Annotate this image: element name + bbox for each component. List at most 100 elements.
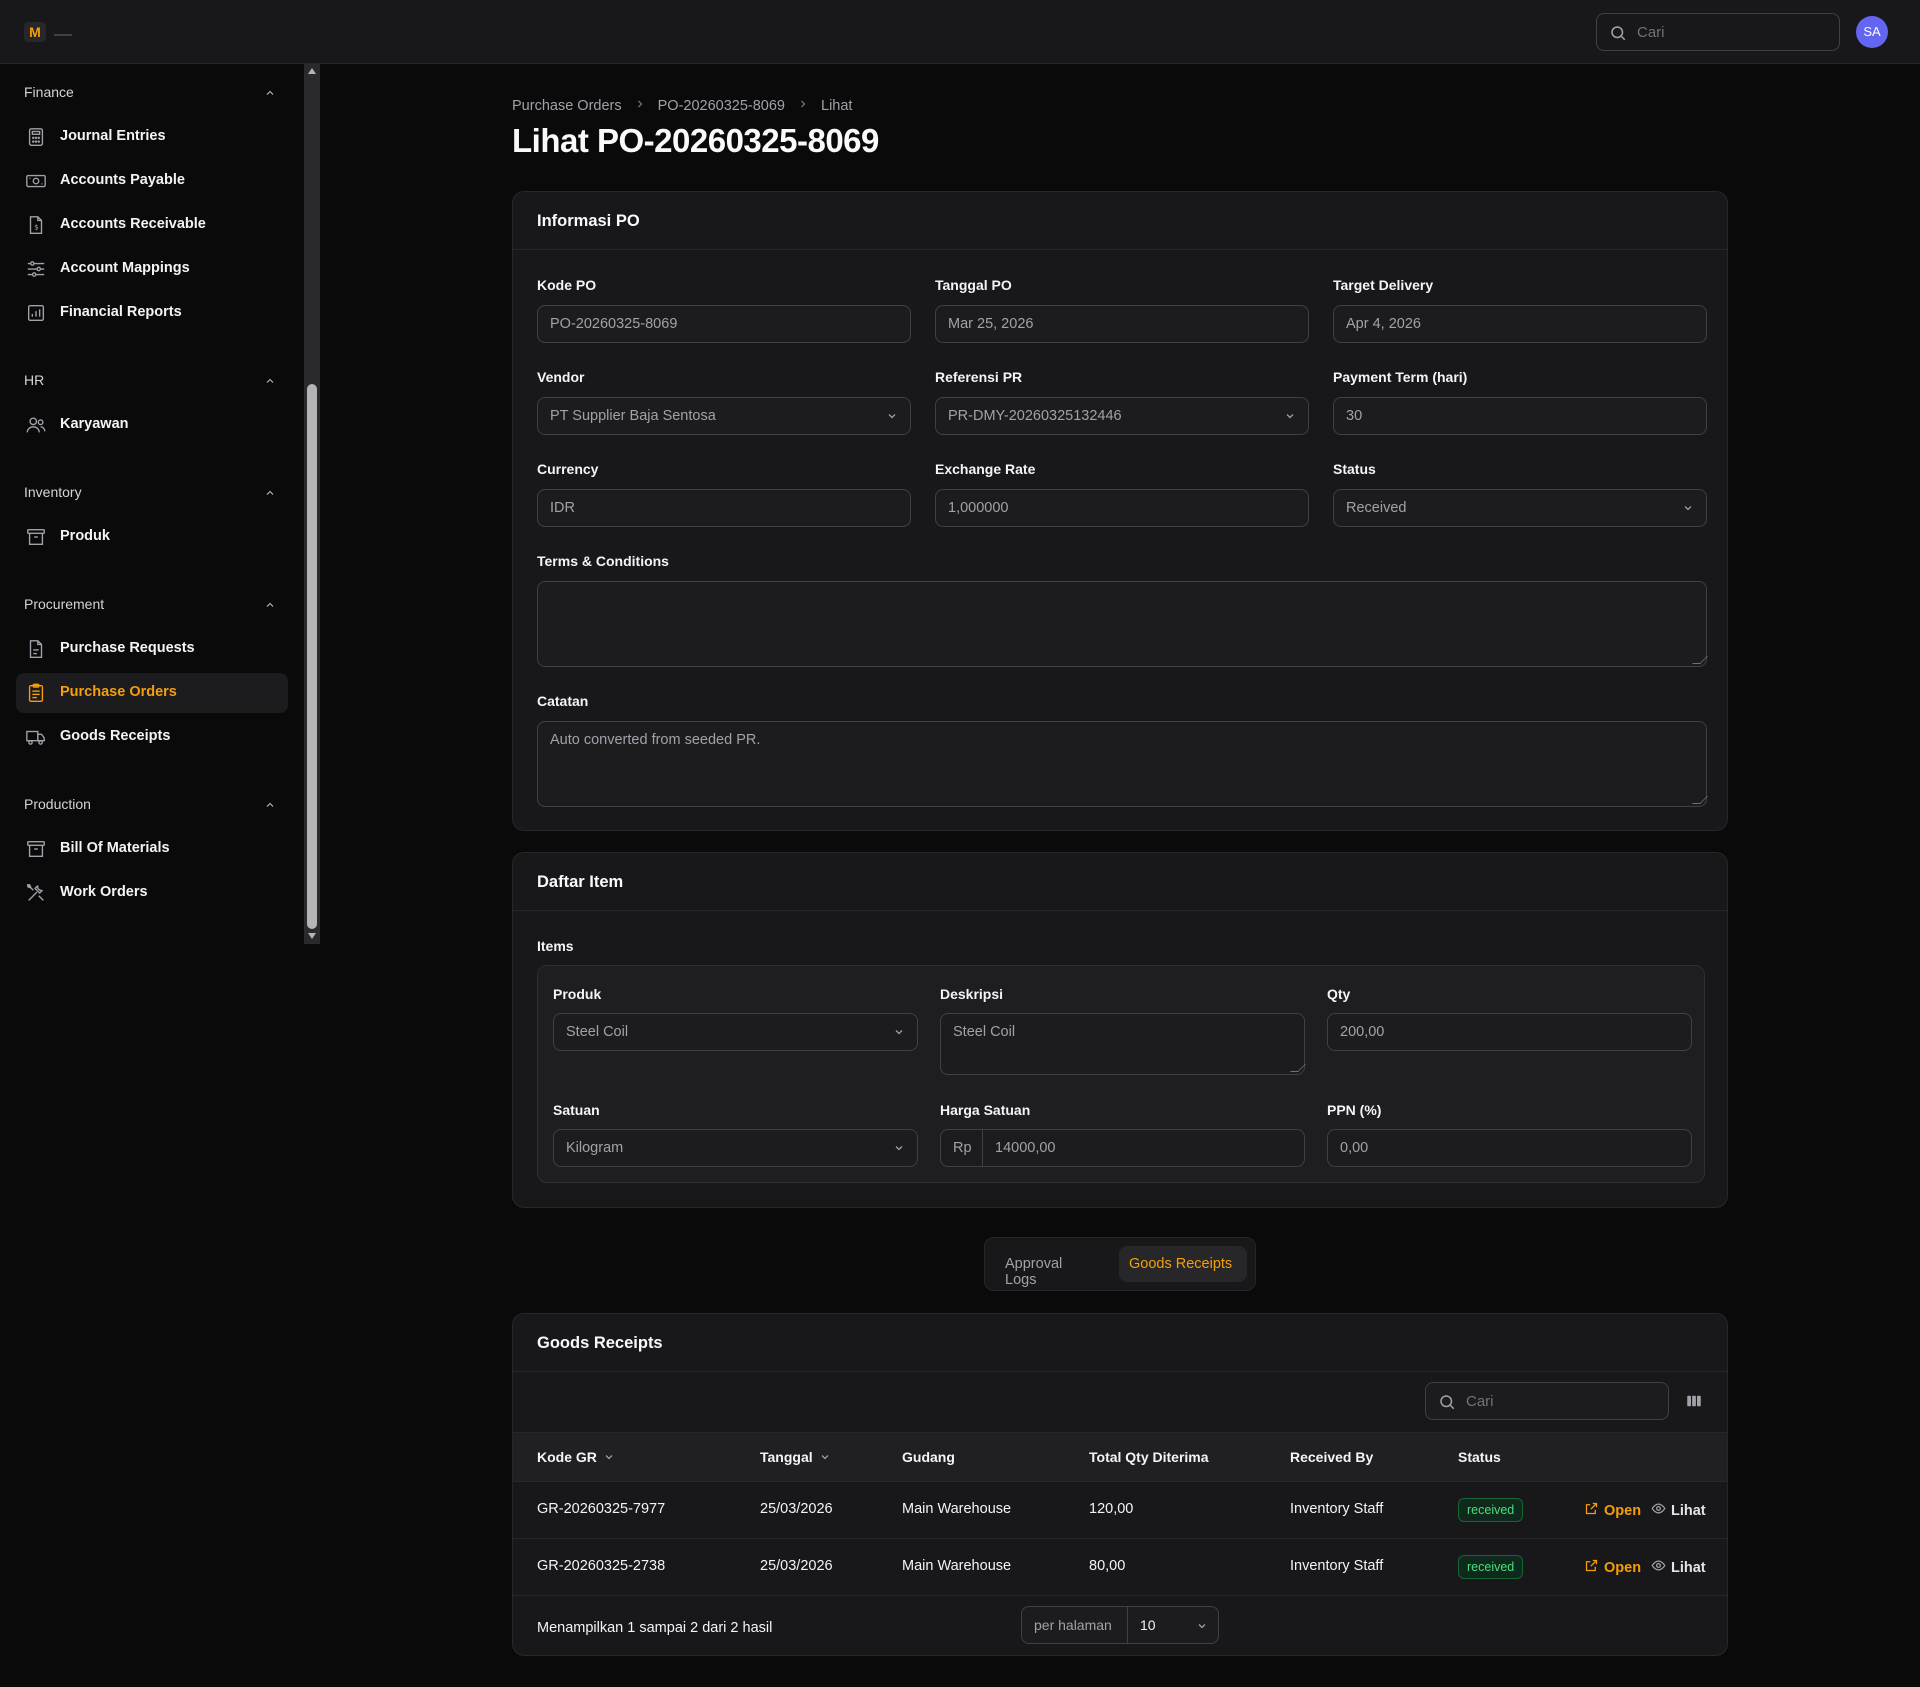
sidebar-item-work-orders[interactable]: Work Orders [16,873,288,913]
breadcrumb-item-purchase-orders[interactable]: Purchase Orders [512,98,622,114]
open-action[interactable]: Open [1584,1558,1641,1577]
qty-field[interactable]: 200,00 [1327,1013,1692,1051]
resize-handle-icon[interactable] [1692,796,1708,804]
sidebar-item-label: Account Mappings [60,260,190,276]
sidebar-item-financial-reports[interactable]: Financial Reports [16,293,288,333]
scrollbar-thumb[interactable] [307,384,317,929]
breadcrumb-item-po[interactable]: PO-20260325-8069 [658,98,785,114]
sidebar-item-label: Purchase Orders [60,684,177,700]
exchange-rate-field[interactable]: 1,000000 [935,489,1309,527]
sidebar-group-procurement[interactable]: Procurement [24,596,104,612]
deskripsi-textarea[interactable]: Steel Coil [940,1013,1306,1075]
sidebar-scrollbar[interactable] [304,64,320,944]
table-row[interactable]: GR-20260325-2738 25/03/2026 Main Warehou… [513,1539,1727,1596]
sidebar-item-accounts-payable[interactable]: Accounts Payable [16,161,288,201]
sidebar-group-finance[interactable]: Finance [24,84,74,100]
sidebar-item-account-mappings[interactable]: Account Mappings [16,249,288,289]
chevron-up-icon[interactable] [264,798,276,814]
currency-field[interactable]: IDR [537,489,911,527]
field-label: Terms & Conditions [537,553,669,569]
vendor-select[interactable]: PT Supplier Baja Sentosa [537,397,911,435]
referensi-pr-select[interactable]: PR-DMY-20260325132446 [935,397,1309,435]
sidebar-item-accounts-receivable[interactable]: $ Accounts Receivable [16,205,288,245]
sidebar-item-karyawan[interactable]: Karyawan [16,405,288,445]
chevron-up-icon[interactable] [264,598,276,614]
harga-satuan-field[interactable]: Rp 14000,00 [940,1129,1305,1167]
view-action[interactable]: Lihat [1651,1558,1706,1577]
external-link-icon [1584,1501,1599,1520]
cell-total-qty: 80,00 [1089,1558,1126,1574]
currency-prefix: Rp [941,1130,983,1166]
chevron-up-icon[interactable] [264,86,276,102]
field-label: Tanggal PO [935,277,1012,293]
sidebar-item-bill-of-materials[interactable]: Bill Of Materials [16,829,288,869]
table-search[interactable] [1425,1382,1669,1420]
field-label: Currency [537,461,599,477]
app-logo[interactable]: M [24,22,46,42]
open-action[interactable]: Open [1584,1501,1641,1520]
field-label: Referensi PR [935,369,1023,385]
sidebar-item-purchase-orders[interactable]: Purchase Orders [16,673,288,713]
produk-select[interactable]: Steel Coil [553,1013,918,1051]
chevron-up-icon[interactable] [264,374,276,390]
sidebar-item-produk[interactable]: Produk [16,517,288,557]
sidebar-item-goods-receipts[interactable]: Goods Receipts [16,717,288,757]
tanggal-po-field[interactable]: Mar 25, 2026 [935,305,1309,343]
global-search-input[interactable] [1637,22,1827,42]
wrench-screwdriver-icon [25,882,47,907]
produk-value: Steel Coil [566,1024,629,1040]
view-action[interactable]: Lihat [1651,1501,1706,1520]
item-row: Produk Steel Coil Deskripsi Steel Coil Q… [537,965,1705,1183]
kode-po-field[interactable]: PO-20260325-8069 [537,305,911,343]
table-header: Kode GR Tanggal Gudang Total Qty Diterim… [513,1432,1727,1482]
per-page-select[interactable]: per halaman 10 [1021,1606,1219,1644]
field-label: PPN (%) [1327,1102,1382,1118]
column-header-tanggal[interactable]: Tanggal [760,1449,831,1466]
sidebar-item-journal-entries[interactable]: Journal Entries [16,117,288,157]
card-title: Informasi PO [513,192,1727,250]
sidebar-item-label: Journal Entries [60,128,166,144]
archive-box-icon [25,526,47,551]
table-search-input[interactable] [1466,1391,1656,1411]
items-label: Items [537,938,574,954]
cell-received-by: Inventory Staff [1290,1501,1384,1517]
sidebar-group-hr[interactable]: HR [24,372,44,388]
status-select[interactable]: Received [1333,489,1707,527]
global-search[interactable] [1596,13,1840,51]
table-row[interactable]: GR-20260325-7977 25/03/2026 Main Warehou… [513,1482,1727,1539]
chevron-right-icon [634,98,646,114]
chevron-down-icon [893,1026,905,1042]
scroll-up-arrow-icon[interactable] [308,68,316,74]
column-header-received-by: Received By [1290,1449,1374,1465]
svg-text:$: $ [34,223,39,232]
column-header-kode-gr[interactable]: Kode GR [537,1449,615,1466]
catatan-textarea[interactable]: Auto converted from seeded PR. [537,721,1708,807]
target-delivery-field[interactable]: Apr 4, 2026 [1333,305,1707,343]
satuan-select[interactable]: Kilogram [553,1129,918,1167]
column-label: Kode GR [537,1449,597,1465]
tab-goods-receipts[interactable]: Goods Receipts [1119,1246,1247,1282]
sidebar-group-production[interactable]: Production [24,796,91,812]
search-icon [1438,1393,1456,1414]
chevron-up-icon[interactable] [264,486,276,502]
ppn-field[interactable]: 0,00 [1327,1129,1692,1167]
user-avatar[interactable]: SA [1856,16,1888,48]
resize-handle-icon[interactable] [1290,1064,1306,1072]
sidebar-item-purchase-requests[interactable]: Purchase Requests [16,629,288,669]
terms-textarea[interactable] [537,581,1708,667]
card-title: Goods Receipts [513,1314,1727,1372]
tab-approval-logs[interactable]: Approval Logs [995,1246,1107,1288]
field-label: Deskripsi [940,986,1004,1002]
view-action-label: Lihat [1671,1502,1706,1519]
external-link-icon [1584,1558,1599,1577]
view-columns-icon[interactable] [1685,1392,1703,1413]
cell-tanggal: 25/03/2026 [760,1501,833,1517]
resize-handle-icon[interactable] [1692,656,1708,664]
chevron-down-icon [893,1142,905,1158]
cell-total-qty: 120,00 [1089,1501,1134,1517]
column-header-total-qty: Total Qty Diterima [1089,1449,1209,1465]
scroll-down-arrow-icon[interactable] [308,933,316,939]
payment-term-field[interactable]: 30 [1333,397,1707,435]
po-info-card: Informasi PO Kode PO PO-20260325-8069 Ta… [512,191,1728,831]
sidebar-group-inventory[interactable]: Inventory [24,484,82,500]
